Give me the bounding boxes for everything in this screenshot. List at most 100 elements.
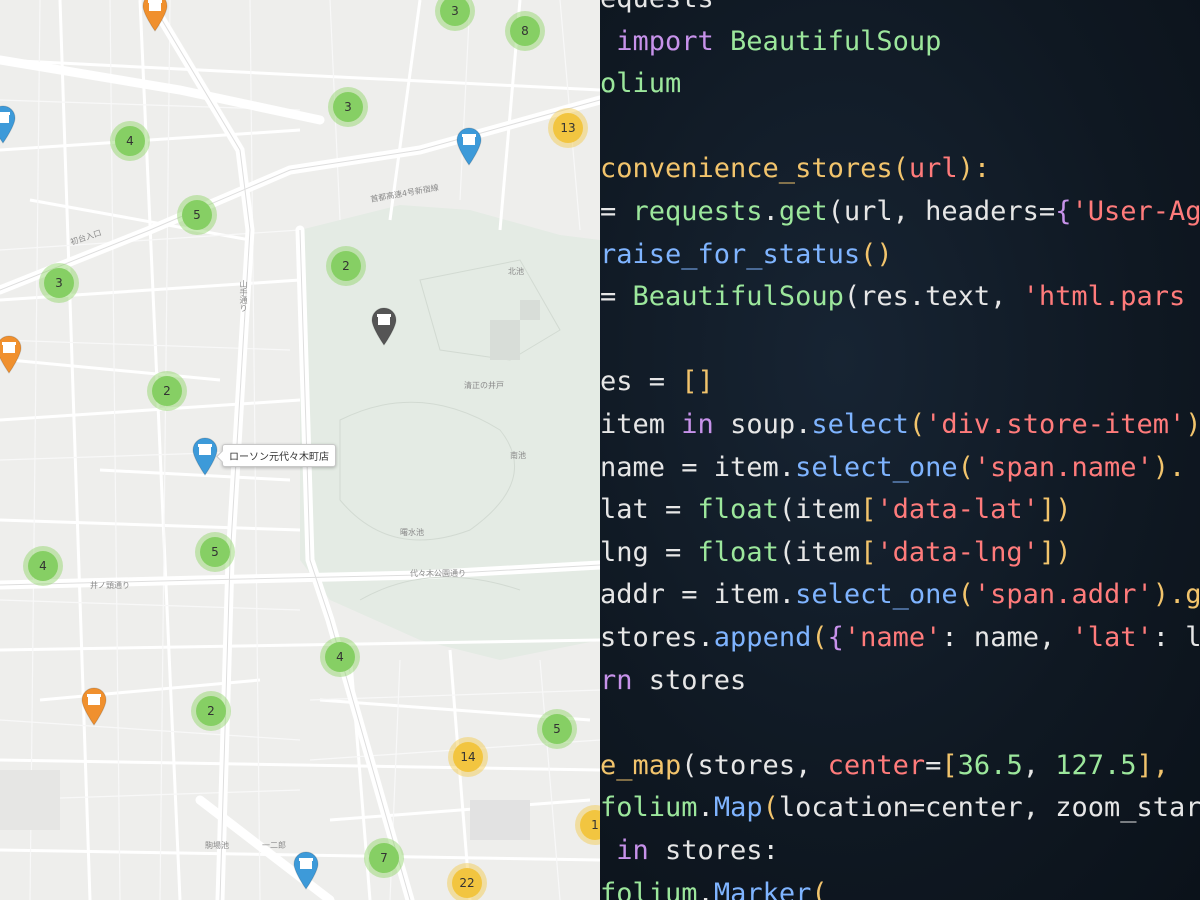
- store-marker[interactable]: [0, 334, 24, 374]
- code-line: raise_for_status(): [600, 234, 893, 276]
- marker-cluster[interactable]: 5: [542, 714, 572, 744]
- code-token: 'span.name': [973, 451, 1153, 483]
- code-token: requests: [632, 196, 763, 227]
- store-marker[interactable]: [454, 126, 484, 166]
- code-token: 'lat': [1071, 622, 1153, 653]
- code-line: import BeautifulSoup: [600, 21, 941, 63]
- map-label: 曙水池: [400, 528, 424, 537]
- code-editor-panel[interactable]: equests import BeautifulSoup olium conveni…: [600, 0, 1200, 900]
- code-token: {: [1055, 196, 1072, 227]
- code-token: ).: [1152, 451, 1186, 483]
- code-token: ,: [1022, 749, 1056, 781]
- code-token: float: [697, 494, 779, 526]
- code-token: folium: [600, 877, 698, 900]
- code-token: (: [892, 153, 909, 185]
- code-token: (): [860, 238, 893, 270]
- code-line: folium.Marker(: [600, 873, 828, 900]
- code-token: {: [827, 622, 844, 653]
- code-token: convenience_stores: [600, 153, 893, 185]
- code-token: import: [600, 25, 731, 57]
- store-icon: [371, 307, 397, 346]
- code-token: (item: [778, 536, 861, 568]
- store-icon: [0, 105, 16, 144]
- store-tooltip: ローソン元代々木町店: [222, 444, 336, 467]
- marker-cluster[interactable]: 14: [453, 742, 483, 772]
- code-token: append: [713, 622, 812, 653]
- code-token: float: [697, 536, 779, 568]
- code-token: select: [811, 409, 909, 440]
- code-token: (: [957, 579, 974, 611]
- marker-cluster[interactable]: 13: [553, 113, 583, 143]
- code-line: e_map(stores, center=[36.5, 127.5],: [600, 745, 1185, 787]
- code-token: 'html.pars: [1022, 281, 1186, 313]
- store-marker[interactable]: [140, 0, 170, 32]
- map-label: 山手通り: [239, 280, 248, 312]
- code-token: ]): [1038, 494, 1072, 526]
- code-token: (: [908, 409, 926, 440]
- code-line: lng = float(item['data-lng']): [600, 532, 1071, 574]
- code-token: e_map: [600, 749, 682, 781]
- marker-cluster[interactable]: 4: [115, 126, 145, 156]
- marker-cluster[interactable]: 4: [28, 551, 58, 581]
- code-token: in: [600, 835, 666, 866]
- code-token: (: [957, 451, 974, 483]
- code-token: addr = item.: [600, 579, 796, 611]
- marker-cluster[interactable]: 7: [369, 843, 399, 873]
- code-line: lat = float(item['data-lat']): [600, 489, 1071, 531]
- code-line: convenience_stores(url):: [600, 148, 990, 190]
- code-token: center: [827, 749, 926, 781]
- marker-cluster[interactable]: 2: [331, 251, 361, 281]
- marker-cluster[interactable]: 2: [152, 376, 182, 406]
- code-line: name = item.select_one('span.name').: [600, 447, 1185, 489]
- code-line: folium.Map(location=center, zoom_star: [600, 787, 1200, 829]
- marker-cluster[interactable]: 22: [452, 868, 482, 898]
- marker-cluster[interactable]: 5: [182, 200, 212, 230]
- code-token: rn: [600, 664, 649, 696]
- code-line: equests: [600, 0, 714, 20]
- code-line: rn stores: [600, 660, 746, 702]
- code-token: ):: [957, 153, 991, 185]
- marker-cluster[interactable]: 3: [44, 268, 74, 298]
- code-token: 'div.store-item': [925, 409, 1186, 440]
- code-token: url: [908, 153, 958, 185]
- map-label: 一二郎: [262, 841, 286, 850]
- store-icon: [81, 687, 107, 726]
- marker-cluster[interactable]: 3: [333, 92, 363, 122]
- code-line: = BeautifulSoup(res.text, 'html.pars: [600, 276, 1185, 318]
- code-token: (res.text,: [843, 281, 1023, 313]
- store-icon: [142, 0, 168, 32]
- code-token: 'name': [843, 622, 942, 653]
- code-token: olium: [600, 68, 682, 100]
- store-marker[interactable]: [369, 306, 399, 346]
- code-token: ): [1185, 409, 1200, 440]
- code-token: BeautifulSoup: [632, 281, 844, 313]
- code-token: : l: [1152, 622, 1200, 653]
- code-token: select_one: [795, 451, 958, 483]
- code-token: equests: [600, 0, 714, 14]
- code-token: stores:: [665, 835, 779, 866]
- code-token: get: [778, 196, 828, 227]
- map-label: 清正の井戸: [464, 381, 504, 390]
- code-token: 'User-Age: [1071, 196, 1200, 227]
- code-token: 'data-lat': [876, 494, 1039, 526]
- code-token: folium: [600, 792, 698, 824]
- marker-cluster[interactable]: 2: [196, 696, 226, 726]
- code-token: =: [600, 196, 633, 227]
- map-label: 南池: [510, 451, 526, 460]
- store-marker[interactable]: [0, 104, 18, 144]
- code-token: (: [811, 622, 828, 653]
- marker-cluster[interactable]: 5: [200, 537, 230, 567]
- code-token: =: [925, 749, 942, 781]
- store-marker[interactable]: [79, 686, 109, 726]
- code-token: lat =: [600, 494, 698, 526]
- code-token: name = item.: [600, 451, 796, 483]
- code-line: in stores:: [600, 830, 779, 872]
- map-panel[interactable]: 北池 清正の井戸 南池 曙水池 代々木公園通り 井ノ頭通り 首都高速4号新宿線 …: [0, 0, 600, 900]
- marker-cluster[interactable]: 4: [325, 642, 355, 672]
- code-token: : name,: [941, 622, 1072, 653]
- code-token: .: [762, 196, 779, 227]
- marker-cluster[interactable]: 8: [510, 16, 540, 46]
- store-marker[interactable]: [291, 850, 321, 890]
- code-token: 36.5: [957, 749, 1023, 781]
- store-icon: [0, 335, 22, 374]
